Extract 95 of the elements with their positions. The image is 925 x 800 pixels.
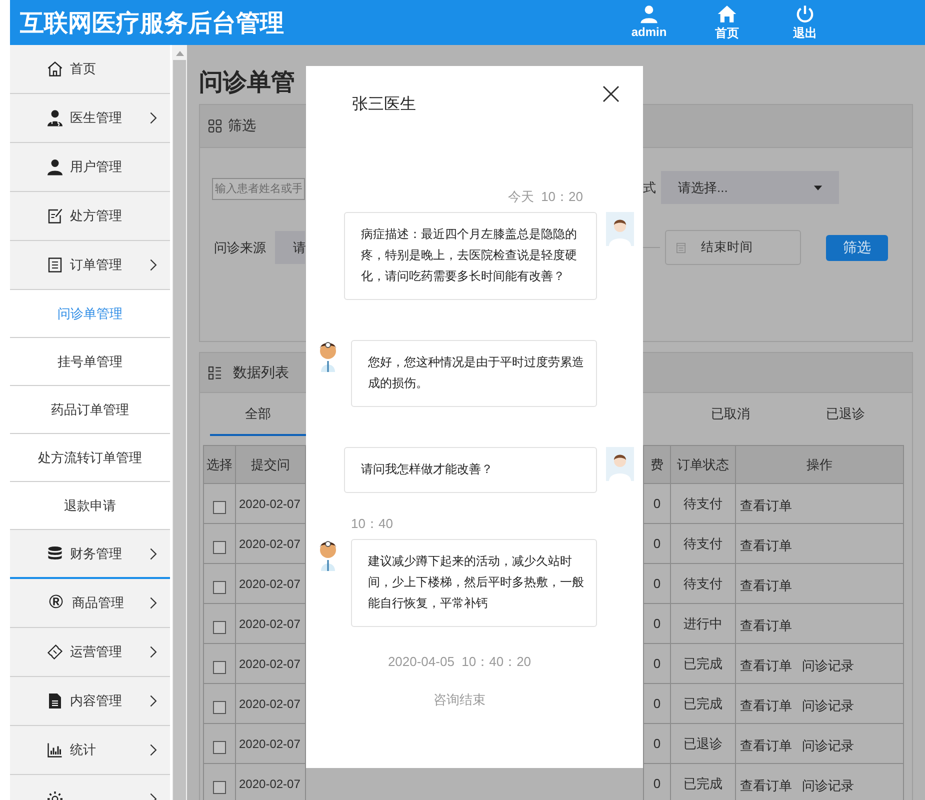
table-cell: 0 [653, 536, 661, 551]
sidebar-submenu-item[interactable]: 处方流转订单管理 [10, 434, 170, 482]
scrollbar[interactable] [172, 45, 187, 800]
page-title: 问诊单管 [199, 68, 295, 98]
row-checkbox[interactable] [213, 581, 226, 594]
table-cell: 0 [653, 616, 661, 631]
action-link[interactable]: 查看订单 [740, 696, 792, 714]
field-label: 问诊来源 [214, 238, 266, 256]
method-select[interactable]: 请选择... [661, 171, 839, 204]
form-icon [46, 256, 64, 274]
doctor-message: 您好，您这种情况是由于平时过度劳累造成的损伤。 [351, 340, 597, 407]
action-link[interactable]: 问诊记录 [802, 656, 854, 674]
chat-title: 张三医生 [352, 94, 416, 115]
home-icon [717, 4, 737, 24]
column-header: 订单状态 [671, 446, 736, 484]
row-checkbox[interactable] [213, 621, 226, 634]
document-icon [46, 692, 64, 710]
table-cell: 2020-02-07 [239, 576, 300, 590]
column-header: 操作 [736, 446, 904, 484]
bar-chart-icon [46, 741, 64, 759]
patient-message: 请问我怎样做才能改善？ [344, 447, 597, 493]
column-header: 费 [644, 446, 671, 484]
row-checkbox[interactable] [213, 781, 226, 794]
order-status: 已完成 [684, 694, 722, 712]
sidebar-submenu-item[interactable]: 挂号单管理 [10, 338, 170, 386]
order-status: 待支付 [684, 574, 722, 592]
order-status: 待支付 [684, 534, 722, 552]
order-status: 已退诊 [684, 734, 722, 752]
doctor-message: 建议减少蹲下起来的活动，减少久站时间，少上下楼梯，然后平时多热敷，一般能自行恢复，平常补钙 [351, 539, 597, 627]
table-cell: 2020-02-07 [239, 656, 300, 670]
action-link[interactable]: 查看订单 [740, 776, 792, 794]
table-cell: 0 [653, 496, 661, 511]
card-title: 数据列表 [233, 364, 289, 382]
table-cell: 2020-02-07 [239, 536, 300, 550]
ticket-icon [46, 643, 64, 661]
action-link[interactable]: 查看订单 [740, 736, 792, 754]
action-link[interactable]: 查看订单 [740, 576, 792, 594]
table-cell: 2020-02-07 [239, 496, 300, 510]
row-checkbox[interactable] [213, 661, 226, 674]
table-cell: 2020-02-07 [239, 776, 300, 790]
edit-icon [46, 207, 64, 225]
order-status: 待支付 [684, 494, 722, 512]
sidebar-submenu-item[interactable]: 退款申请 [10, 482, 170, 530]
consultation-status: 咨询结束 [432, 691, 486, 709]
patient-avatar [606, 447, 634, 481]
table-cell: 0 [653, 656, 661, 671]
user-icon [46, 158, 64, 176]
card-title: 筛选 [228, 117, 256, 135]
power-icon [795, 4, 815, 24]
row-checkbox[interactable] [213, 741, 226, 754]
calendar-icon [674, 240, 688, 254]
end-date-field[interactable]: 结束时间 [665, 230, 801, 265]
row-checkbox[interactable] [213, 701, 226, 714]
action-link[interactable]: 查看订单 [740, 656, 792, 674]
action-link[interactable]: 问诊记录 [802, 776, 854, 794]
message-time: 今天 10：20 [506, 188, 584, 206]
filter-tab[interactable]: 已退诊 [788, 393, 903, 436]
order-status: 已完成 [684, 774, 722, 792]
table-cell: 2020-02-07 [239, 696, 300, 710]
action-link[interactable]: 问诊记录 [802, 736, 854, 754]
grid-icon [207, 118, 223, 134]
action-link[interactable]: 查看订单 [740, 496, 792, 514]
close-icon [601, 84, 621, 104]
order-status: 进行中 [684, 614, 722, 632]
filter-tab[interactable]: 已取消 [673, 393, 788, 436]
filter-button[interactable]: 筛选 [826, 234, 888, 260]
list-icon [207, 364, 223, 380]
table-cell: 0 [653, 736, 661, 751]
row-checkbox[interactable] [213, 541, 226, 554]
action-link[interactable]: 查看订单 [740, 536, 792, 554]
column-header: 选择 [204, 446, 236, 484]
source-select[interactable]: 请 [275, 231, 305, 264]
table-cell: 2020-02-07 [239, 616, 300, 630]
field-label: 式 [643, 178, 656, 196]
end-time: 2020-04-05 10：40：20 [386, 653, 532, 671]
action-link[interactable]: 查看订单 [740, 616, 792, 634]
message-time: 10：40 [350, 515, 394, 533]
user-icon [639, 4, 659, 24]
row-checkbox[interactable] [213, 501, 226, 514]
patient-avatar [606, 212, 634, 246]
home-icon [46, 60, 64, 78]
table-cell: 0 [653, 776, 661, 791]
column-header: 提交问 [236, 446, 306, 484]
action-link[interactable]: 问诊记录 [802, 696, 854, 714]
table-cell: 0 [653, 696, 661, 711]
order-status: 已完成 [684, 654, 722, 672]
database-icon [46, 544, 64, 562]
patient-message: 病症描述：最近四个月左膝盖总是隐隐的疼，特别是晚上，去医院检查说是轻度硬化，请问吃药需要多长时间能有改善？ [344, 212, 597, 300]
app-title: 互联网医疗服务后台管理 [20, 8, 284, 38]
sidebar-submenu-item[interactable]: 药品订单管理 [10, 386, 170, 434]
sidebar-submenu-item[interactable]: 问诊单管理 [10, 290, 170, 338]
table-cell: 0 [653, 576, 661, 591]
doctor-icon [46, 109, 64, 127]
table-cell: 2020-02-07 [239, 736, 300, 750]
registered-icon: ® [46, 593, 66, 613]
